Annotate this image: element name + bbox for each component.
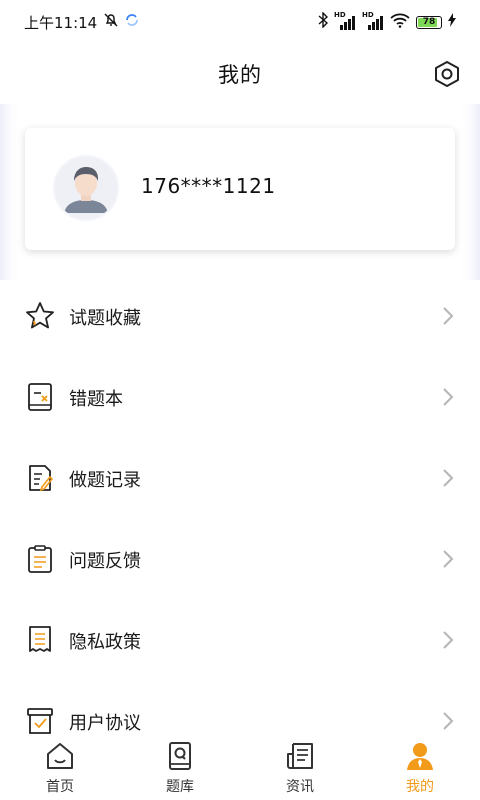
- feedback-icon: [28, 545, 52, 573]
- menu-label-favorites: 试题收藏: [69, 308, 141, 329]
- agreement-icon: [27, 708, 53, 734]
- default-avatar-icon: [55, 157, 117, 219]
- menu-item-privacy[interactable]: 隐私政策: [0, 600, 480, 681]
- tab-profile[interactable]: 我的: [360, 734, 480, 800]
- menu-label-privacy: 隐私政策: [69, 632, 141, 653]
- status-time: 上午11:14: [24, 13, 98, 32]
- avatar[interactable]: [53, 155, 119, 221]
- battery-indicator: 78: [416, 15, 442, 29]
- record-icon: [29, 465, 54, 492]
- wifi-icon: [390, 12, 410, 32]
- status-bar: 上午11:14 HD HD 78: [0, 0, 480, 44]
- menu-item-records[interactable]: 做题记录: [0, 438, 480, 519]
- phone-number: 176****1121: [141, 174, 276, 198]
- bluetooth-icon: [318, 11, 329, 32]
- mute-alarm-icon: [103, 12, 119, 32]
- menu-item-feedback[interactable]: 问题反馈: [0, 519, 480, 600]
- signal-icon-2: HD: [362, 11, 384, 30]
- status-right: HD HD 78: [318, 11, 456, 32]
- menu-item-wrong-book[interactable]: 错题本: [0, 357, 480, 438]
- star-icon: [26, 302, 54, 329]
- chevron-right-icon: [443, 388, 454, 406]
- tab-question-bank[interactable]: 题库: [120, 734, 240, 800]
- wrong-book-icon: [28, 383, 52, 411]
- chevron-right-icon: [443, 712, 454, 730]
- menu-label-records: 做题记录: [69, 470, 141, 491]
- menu-label-agreement: 用户协议: [69, 713, 141, 734]
- battery-icon: 78: [416, 15, 442, 29]
- tab-news[interactable]: 资讯: [240, 734, 360, 800]
- charging-icon: [448, 13, 456, 31]
- tab-label-profile: 我的: [406, 779, 434, 795]
- chevron-right-icon: [443, 307, 454, 325]
- tab-label-home: 首页: [46, 779, 74, 795]
- news-icon: [287, 743, 313, 769]
- page-title: 我的: [218, 63, 262, 87]
- home-icon: [47, 743, 73, 769]
- header: 我的: [0, 48, 480, 100]
- chevron-right-icon: [443, 550, 454, 568]
- signal-icon: HD: [334, 11, 356, 30]
- menu-label-feedback: 问题反馈: [69, 551, 141, 572]
- menu-list: 试题收藏 错题本 做题记录 问题反馈 隐私政策 用户协议: [0, 276, 480, 762]
- chevron-right-icon: [443, 469, 454, 487]
- battery-level: 78: [422, 17, 436, 27]
- privacy-icon: [29, 626, 51, 652]
- profile-card[interactable]: 176****1121: [25, 128, 455, 250]
- sync-icon: [125, 13, 139, 31]
- menu-label-wrong-book: 错题本: [69, 389, 123, 410]
- status-left: 上午11:14: [24, 12, 139, 33]
- tab-home[interactable]: 首页: [0, 734, 120, 800]
- settings-button[interactable]: [432, 59, 462, 89]
- bottom-tab-bar: 首页 题库 资讯 我的: [0, 734, 480, 800]
- chevron-right-icon: [443, 631, 454, 649]
- question-bank-icon: [169, 742, 191, 770]
- tab-label-question-bank: 题库: [166, 779, 194, 795]
- settings-hexagon-icon: [435, 61, 459, 87]
- profile-icon: [407, 743, 433, 770]
- menu-item-favorites[interactable]: 试题收藏: [0, 276, 480, 357]
- tab-label-news: 资讯: [286, 779, 314, 795]
